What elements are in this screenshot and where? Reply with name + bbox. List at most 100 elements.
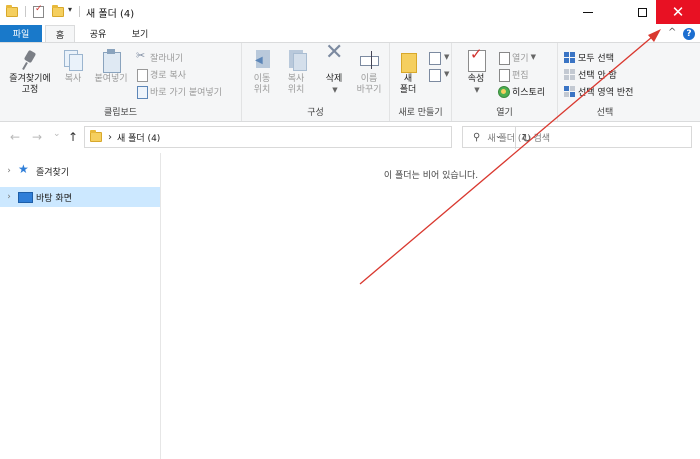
- history-button[interactable]: 히스토리: [498, 84, 545, 98]
- quick-access-folder-icon[interactable]: [6, 4, 18, 20]
- history-icon: [498, 85, 510, 98]
- new-item-button[interactable]: ▼: [428, 50, 449, 65]
- nav-item-label: 즐겨찾기: [36, 167, 70, 178]
- properties-icon: [466, 49, 486, 72]
- navigation-pane: › 즐겨찾기 › 바탕 화면: [0, 153, 161, 459]
- paste-shortcut-button[interactable]: 바로 가기 붙여넣기: [136, 84, 222, 99]
- delete-dropdown-icon: ▼: [332, 86, 338, 94]
- properties-quick-icon[interactable]: [33, 4, 44, 20]
- move-to-button[interactable]: 이동 위치: [246, 49, 278, 96]
- collapse-ribbon-icon[interactable]: ^: [668, 27, 676, 38]
- rename-label-line1: 이름: [360, 74, 378, 84]
- properties-button[interactable]: 속성 ▼: [458, 49, 494, 96]
- select-all-button[interactable]: 모두 선택: [564, 50, 614, 64]
- search-placeholder: 새 폴더 (4) 검색: [487, 133, 551, 144]
- copy-button[interactable]: 복사: [58, 49, 88, 85]
- copy-path-button[interactable]: 경로 복사: [136, 67, 186, 82]
- new-folder-icon: [398, 49, 418, 73]
- title-separator: [79, 6, 80, 17]
- new-folder-label-line2: 폴더: [399, 85, 417, 95]
- expand-chevron-icon[interactable]: ›: [0, 192, 18, 202]
- copy-path-label: 경로 복사: [150, 70, 186, 81]
- nav-item-desktop[interactable]: › 바탕 화면: [0, 187, 160, 207]
- pin-label-line2: 고정: [21, 85, 39, 95]
- new-group-label: 새로 만들기: [398, 108, 443, 118]
- back-icon[interactable]: ←: [10, 130, 20, 144]
- ribbon: 즐겨찾기에 고정 복사 붙여넣기 잘라내기 경로 복사 바로 가기 붙여넣기 클…: [0, 42, 700, 122]
- pin-to-quick-access-button[interactable]: 즐겨찾기에 고정: [4, 49, 56, 96]
- desktop-icon: [18, 191, 33, 203]
- edit-icon: [498, 68, 510, 82]
- nav-item-label: 바탕 화면: [36, 193, 72, 204]
- paste-shortcut-label: 바로 가기 붙여넣기: [150, 87, 222, 98]
- close-icon: ✕: [671, 3, 685, 21]
- rename-label-line2: 바꾸기: [356, 85, 382, 95]
- easy-access-button[interactable]: ▼: [428, 67, 450, 82]
- clipboard-group-label: 클립보드: [103, 108, 138, 118]
- edit-button[interactable]: 편집: [498, 67, 529, 82]
- delete-label: 삭제: [325, 74, 343, 84]
- breadcrumb-current-folder[interactable]: 새 폴더 (4): [117, 131, 160, 144]
- tab-file[interactable]: 파일: [0, 25, 42, 42]
- close-button[interactable]: ✕: [656, 0, 700, 24]
- cut-button[interactable]: 잘라내기: [136, 49, 184, 64]
- open-label: 열기: [512, 53, 529, 64]
- paste-icon: [101, 49, 121, 73]
- easy-access-dropdown-icon: ▼: [444, 70, 450, 78]
- copy-label: 복사: [64, 74, 82, 84]
- search-input[interactable]: ⚲ 새 폴더 (4) 검색: [462, 126, 692, 148]
- maximize-icon: [638, 7, 647, 17]
- pin-label-line1: 즐겨찾기에: [9, 74, 51, 84]
- delete-button[interactable]: 삭제 ▼: [320, 47, 348, 96]
- folder-icon: [90, 130, 102, 142]
- tab-view[interactable]: 보기: [122, 25, 158, 42]
- organize-group: 이동 위치 복사 위치 삭제 ▼ 이름 바꾸기 구성: [242, 43, 390, 121]
- forward-icon[interactable]: →: [32, 130, 42, 144]
- paste-shortcut-icon: [136, 85, 148, 99]
- new-folder-label-line1: 새: [403, 74, 413, 84]
- new-folder-button[interactable]: 새 폴더: [396, 49, 420, 96]
- properties-label: 속성: [467, 74, 485, 84]
- rename-button[interactable]: 이름 바꾸기: [352, 49, 386, 96]
- quick-access-separator: [25, 6, 26, 17]
- open-group: 속성 ▼ 열기 ▼ 편집 히스토리 열기: [452, 43, 558, 121]
- copy-to-icon: [286, 49, 307, 71]
- select-group-label: 선택: [596, 108, 614, 118]
- help-icon[interactable]: ?: [683, 28, 695, 40]
- paste-button[interactable]: 붙여넣기: [90, 49, 132, 85]
- select-none-icon: [564, 68, 575, 80]
- properties-dropdown-icon: ▼: [474, 86, 480, 94]
- address-row: ← → ⌄ ↑ › 새 폴더 (4) ⌄ ↻ ⚲ 새 폴더 (4) 검색: [0, 122, 700, 153]
- tab-share[interactable]: 공유: [80, 25, 116, 42]
- search-icon: ⚲: [473, 131, 481, 143]
- easy-access-icon: [428, 68, 441, 82]
- invert-selection-label: 선택 영역 반전: [578, 87, 634, 98]
- invert-selection-button[interactable]: 선택 영역 반전: [564, 84, 633, 98]
- select-none-button[interactable]: 선택 안 함: [564, 67, 617, 81]
- up-icon[interactable]: ↑: [68, 130, 78, 144]
- file-list-pane[interactable]: 이 폴더는 비어 있습니다.: [162, 153, 700, 459]
- scissors-icon: [136, 49, 147, 63]
- select-none-label: 선택 안 함: [578, 70, 617, 81]
- move-to-icon: [252, 49, 272, 71]
- recent-locations-icon[interactable]: ⌄: [53, 129, 61, 139]
- rename-icon: [359, 49, 379, 71]
- new-folder-quick-icon[interactable]: [52, 4, 64, 20]
- copy-to-button[interactable]: 복사 위치: [280, 49, 312, 96]
- cut-label: 잘라내기: [150, 53, 184, 64]
- nav-item-quick-access[interactable]: › 즐겨찾기: [0, 161, 160, 181]
- expand-chevron-icon[interactable]: ›: [0, 166, 18, 176]
- tab-home[interactable]: 홈: [45, 25, 75, 42]
- breadcrumb-separator-icon[interactable]: ›: [108, 132, 112, 143]
- address-bar[interactable]: › 새 폴더 (4) ⌄ ↻: [84, 126, 532, 149]
- move-to-label-line2: 위치: [253, 85, 271, 95]
- copy-to-label-line2: 위치: [287, 85, 305, 95]
- select-group: 모두 선택 선택 안 함 선택 영역 반전 선택: [558, 43, 652, 121]
- pin-icon: [20, 49, 40, 71]
- customize-quick-access-dropdown[interactable]: ▾: [68, 5, 72, 14]
- minimize-button[interactable]: [565, 0, 610, 24]
- open-button[interactable]: 열기 ▼: [498, 50, 536, 65]
- copy-to-label-line1: 복사: [287, 74, 305, 84]
- invert-selection-icon: [564, 85, 575, 97]
- organize-group-label: 구성: [307, 108, 324, 118]
